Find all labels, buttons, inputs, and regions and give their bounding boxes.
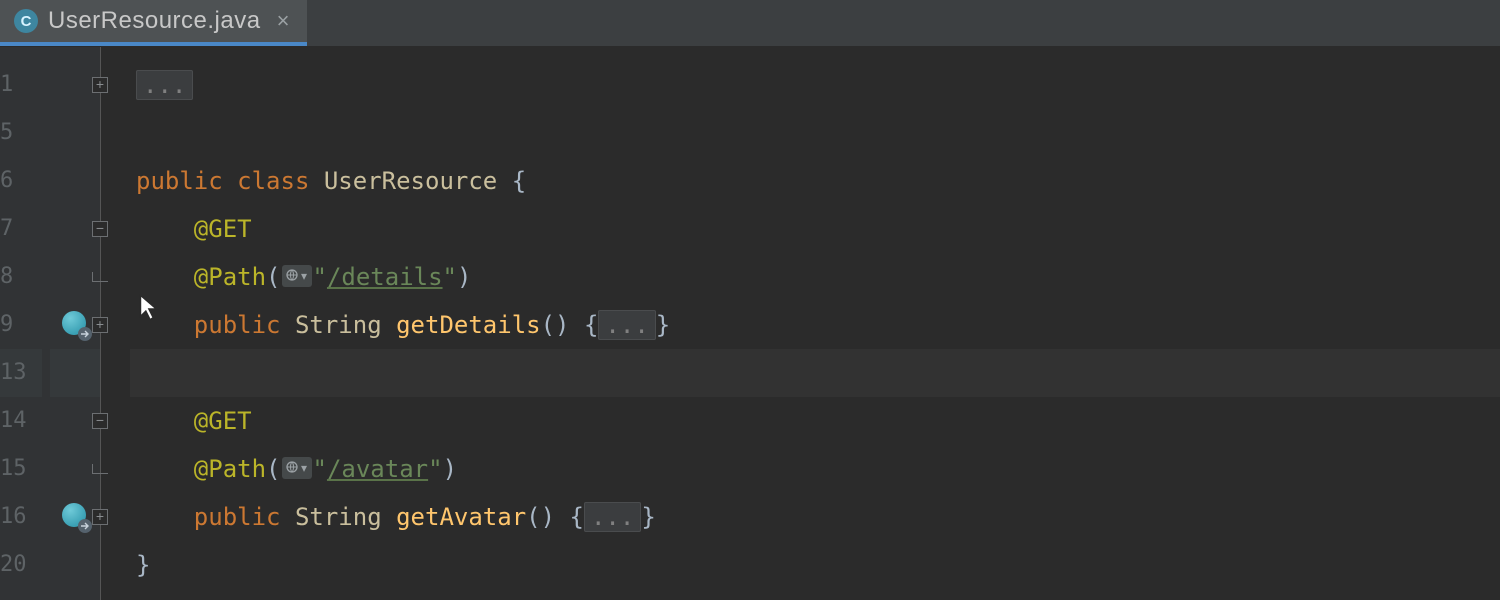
- code-line[interactable]: public String getAvatar() {...}: [130, 493, 1500, 541]
- editor-tabbar: C UserResource.java ×: [0, 0, 1500, 47]
- line-number: 7: [0, 205, 42, 253]
- line-number: 6: [0, 157, 42, 205]
- fold-expand-icon[interactable]: [92, 77, 108, 93]
- line-number: 1: [0, 61, 42, 109]
- class-file-icon: C: [14, 9, 38, 33]
- code-line-current[interactable]: [130, 349, 1500, 397]
- fold-end-icon: [92, 464, 108, 474]
- fold-expand-icon[interactable]: [92, 317, 108, 333]
- code-line[interactable]: }: [130, 541, 1500, 589]
- fold-collapse-icon[interactable]: [92, 413, 108, 429]
- line-number: 5: [0, 109, 42, 157]
- folded-region[interactable]: ...: [584, 502, 641, 532]
- tab-title: UserResource.java: [48, 7, 261, 35]
- line-number: 20: [0, 541, 42, 589]
- line-number: 14: [0, 397, 42, 445]
- code-line[interactable]: @Path(▾"/avatar"): [130, 445, 1500, 493]
- code-editor[interactable]: 1 5 6 7 8 9 13 14 15 16 20: [0, 47, 1500, 600]
- line-number: 8: [0, 253, 42, 301]
- line-number: 13: [0, 349, 42, 397]
- code-line[interactable]: ...: [130, 61, 1500, 109]
- fold-expand-icon[interactable]: [92, 509, 108, 525]
- url-inspection-icon[interactable]: ▾: [282, 265, 312, 287]
- code-line[interactable]: [130, 109, 1500, 157]
- code-content[interactable]: ... public class UserResource { @GET @Pa…: [130, 47, 1500, 600]
- code-line[interactable]: public class UserResource {: [130, 157, 1500, 205]
- folded-region[interactable]: ...: [136, 70, 193, 100]
- code-line[interactable]: @Path(▾"/details"): [130, 253, 1500, 301]
- line-number: 15: [0, 445, 42, 493]
- close-tab-icon[interactable]: ×: [271, 8, 290, 34]
- fold-gutter: [100, 47, 130, 600]
- code-line[interactable]: @GET: [130, 205, 1500, 253]
- fold-collapse-icon[interactable]: [92, 221, 108, 237]
- rest-endpoint-icon[interactable]: [62, 503, 90, 531]
- fold-end-icon: [92, 272, 108, 282]
- code-line[interactable]: @GET: [130, 397, 1500, 445]
- editor-tab-active[interactable]: C UserResource.java ×: [0, 0, 307, 46]
- code-line[interactable]: public String getDetails() {...}: [130, 301, 1500, 349]
- url-inspection-icon[interactable]: ▾: [282, 457, 312, 479]
- folded-region[interactable]: ...: [598, 310, 655, 340]
- line-number-gutter: 1 5 6 7 8 9 13 14 15 16 20: [0, 47, 50, 600]
- line-number: 16: [0, 493, 42, 541]
- rest-endpoint-icon[interactable]: [62, 311, 90, 339]
- line-number: 9: [0, 301, 42, 349]
